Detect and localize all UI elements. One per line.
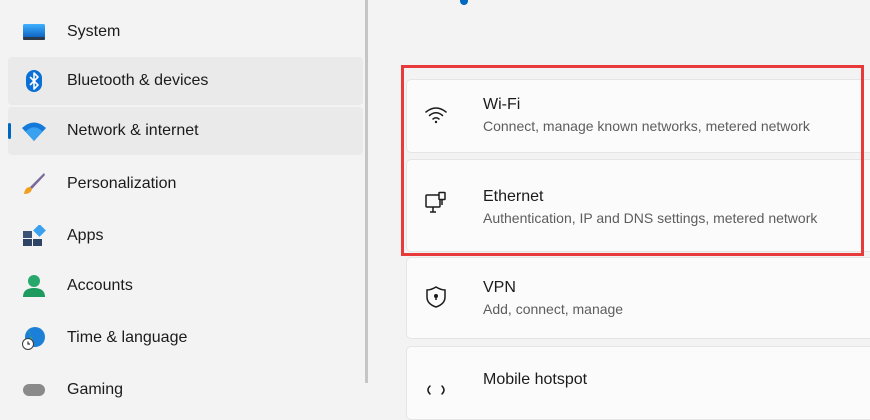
card-title: Wi-Fi xyxy=(483,96,521,113)
ethernet-icon xyxy=(423,190,449,216)
sidebar-item-bluetooth[interactable]: Bluetooth & devices xyxy=(8,57,363,105)
gamepad-icon xyxy=(22,378,46,402)
sidebar-item-label: Accounts xyxy=(67,277,133,294)
card-title: VPN xyxy=(483,279,516,296)
person-icon xyxy=(22,274,46,298)
brush-icon xyxy=(22,172,46,196)
vpn-card[interactable]: VPN Add, connect, manage xyxy=(406,257,870,339)
card-title: Ethernet xyxy=(483,188,544,205)
sidebar: System Bluetooth & devices Network & int… xyxy=(0,0,363,398)
mobile-hotspot-card[interactable]: Mobile hotspot xyxy=(406,346,870,420)
shield-icon xyxy=(423,284,449,310)
apps-icon xyxy=(22,224,46,248)
ethernet-card[interactable]: Ethernet Authentication, IP and DNS sett… xyxy=(406,159,870,252)
selection-indicator xyxy=(8,123,11,139)
card-subtitle: Add, connect, manage xyxy=(483,301,624,317)
sidebar-item-label: Personalization xyxy=(67,175,177,192)
sidebar-item-label: Apps xyxy=(67,227,104,244)
main-content: Wi-Fi Connect, manage known networks, me… xyxy=(368,0,870,420)
bluetooth-icon xyxy=(22,69,46,93)
wifi-icon xyxy=(423,102,449,128)
sidebar-item-gaming[interactable]: Gaming xyxy=(8,366,363,414)
sidebar-item-label: Network & internet xyxy=(67,122,199,139)
wifi-icon xyxy=(22,119,46,143)
sidebar-item-label: System xyxy=(67,23,121,40)
globe-clock-icon xyxy=(22,326,46,350)
sidebar-item-accounts[interactable]: Accounts xyxy=(8,262,363,310)
sidebar-item-time-language[interactable]: Time & language xyxy=(8,314,363,362)
sidebar-item-label: Bluetooth & devices xyxy=(67,72,209,89)
sidebar-item-network[interactable]: Network & internet xyxy=(8,107,363,155)
sidebar-item-label: Gaming xyxy=(67,381,124,398)
wifi-card[interactable]: Wi-Fi Connect, manage known networks, me… xyxy=(406,79,870,153)
card-subtitle: Authentication, IP and DNS settings, met… xyxy=(483,210,818,226)
sidebar-item-apps[interactable]: Apps xyxy=(8,212,363,260)
sidebar-item-personalization[interactable]: Personalization xyxy=(8,160,363,208)
scroll-indicator xyxy=(460,0,468,5)
card-subtitle: Connect, manage known networks, metered … xyxy=(483,118,810,134)
sidebar-item-system[interactable]: System xyxy=(8,8,363,56)
hotspot-icon xyxy=(423,377,449,403)
sidebar-item-label: Time & language xyxy=(67,329,188,346)
system-icon xyxy=(22,20,46,44)
card-title: Mobile hotspot xyxy=(483,371,588,388)
